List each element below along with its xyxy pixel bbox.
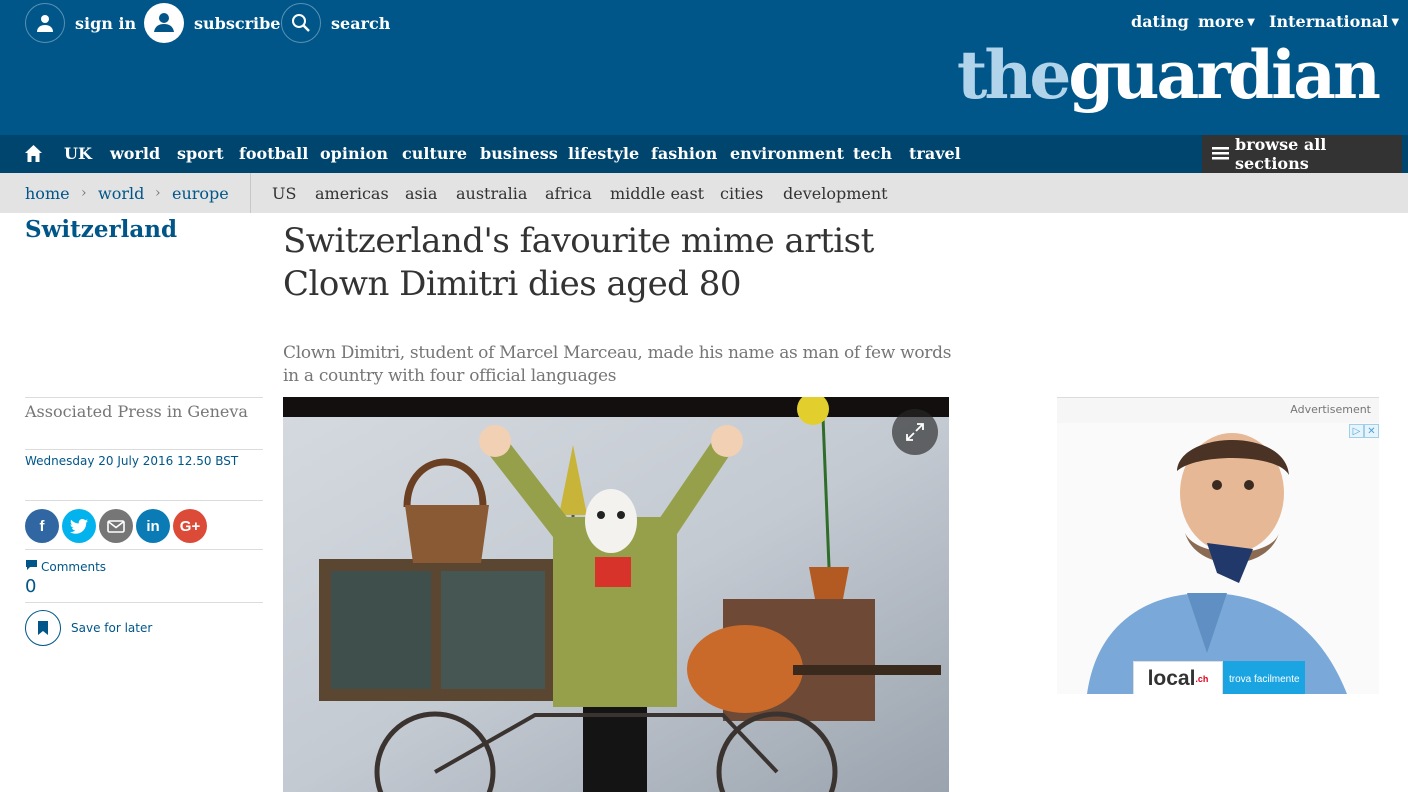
hamburger-icon (1212, 145, 1229, 164)
ad-tagline: trova facilmente (1223, 661, 1305, 694)
nav-item-sport[interactable]: sport (177, 144, 224, 163)
search-icon (281, 3, 321, 43)
advertisement-slot: Advertisement local .ch trova facilmente … (1057, 397, 1379, 694)
subscribe-link[interactable]: subscribe (144, 3, 281, 43)
nav-item-football[interactable]: football (239, 144, 308, 163)
comments-link[interactable]: Comments (25, 559, 106, 574)
twitter-icon[interactable] (62, 509, 96, 543)
save-for-later-label: Save for later (71, 621, 153, 635)
email-icon[interactable] (99, 509, 133, 543)
chevron-down-icon: ▼ (1247, 17, 1255, 28)
article-main-image[interactable] (283, 397, 949, 792)
logo-the: the (956, 36, 1071, 114)
nav-item-fashion[interactable]: fashion (651, 144, 717, 163)
nav-item-culture[interactable]: culture (402, 144, 467, 163)
edition-label: International (1269, 12, 1389, 31)
nav-item-business[interactable]: business (480, 144, 558, 163)
more-menu[interactable]: more ▼ (1198, 12, 1255, 31)
sign-in-link[interactable]: sign in (25, 3, 137, 43)
speech-bubble-icon (25, 559, 38, 574)
linkedin-icon[interactable]: in (136, 509, 170, 543)
divider (25, 602, 263, 603)
header-bar: sign in subscribe search dating more ▼ In… (0, 0, 1408, 135)
subnav-item-africa[interactable]: africa (545, 184, 592, 203)
sub-nav: home › world › europe US americas asia a… (0, 173, 1408, 213)
dating-link[interactable]: dating (1131, 12, 1189, 31)
ad-brand-name: local (1147, 667, 1196, 690)
breadcrumb-chevron-icon: › (155, 185, 161, 201)
subnav-divider (250, 173, 251, 213)
comments-count[interactable]: 0 (25, 576, 36, 597)
comments-label: Comments (41, 559, 107, 574)
subnav-item-middle-east[interactable]: middle east (610, 184, 704, 203)
article-standfirst: Clown Dimitri, student of Marcel Marceau… (283, 343, 952, 386)
logo-guardian: guardian (1068, 36, 1381, 114)
subscribe-icon (144, 3, 184, 43)
ad-brand-banner[interactable]: local .ch trova facilmente (1133, 661, 1305, 694)
adchoices-icon[interactable]: ▷ (1349, 424, 1364, 438)
primary-nav: UK world sport football opinion culture … (0, 135, 1408, 173)
nav-item-opinion[interactable]: opinion (320, 144, 388, 163)
breadcrumb-europe[interactable]: europe (172, 184, 229, 203)
dating-label: dating (1131, 12, 1189, 31)
subnav-item-cities[interactable]: cities (720, 184, 763, 203)
googleplus-icon[interactable]: G+ (173, 509, 207, 543)
subnav-item-americas[interactable]: americas (315, 184, 389, 203)
sign-in-label: sign in (75, 13, 137, 33)
share-buttons: f in G+ (25, 509, 207, 543)
nav-item-world[interactable]: world (110, 144, 160, 163)
expand-icon (906, 423, 924, 441)
breadcrumb-home[interactable]: home (25, 184, 70, 203)
advertisement-label: Advertisement (1290, 403, 1371, 416)
divider (25, 449, 263, 450)
expand-image-button[interactable] (892, 409, 938, 455)
divider (25, 549, 263, 550)
section-label[interactable]: Switzerland (25, 216, 177, 243)
bookmark-icon (25, 610, 61, 646)
ad-brand-logo: local .ch (1133, 661, 1223, 694)
subnav-item-asia[interactable]: asia (405, 184, 437, 203)
search-label: search (331, 13, 391, 33)
browse-all-label: browse all sections (1235, 135, 1327, 173)
home-icon[interactable] (24, 144, 43, 167)
subnav-item-australia[interactable]: australia (456, 184, 527, 203)
clown-photo-illustration (283, 397, 949, 792)
breadcrumb-world[interactable]: world (98, 184, 144, 203)
more-label: more (1198, 12, 1245, 31)
user-icon (25, 3, 65, 43)
divider (25, 500, 263, 501)
facebook-icon[interactable]: f (25, 509, 59, 543)
nav-item-tech[interactable]: tech (853, 144, 892, 163)
byline: Associated Press in Geneva (25, 402, 248, 421)
save-for-later-button[interactable]: Save for later (25, 610, 152, 646)
publish-date: Wednesday 20 July 2016 12.50 BST (25, 454, 239, 468)
nav-item-travel[interactable]: travel (909, 144, 961, 163)
nav-item-environment[interactable]: environment (730, 144, 844, 163)
ad-close-icon[interactable]: ✕ (1364, 424, 1379, 438)
guardian-logo[interactable]: theguardian (957, 42, 1381, 108)
subnav-item-development[interactable]: development (783, 184, 888, 203)
breadcrumb-chevron-icon: › (81, 185, 87, 201)
advertisement-image[interactable]: local .ch trova facilmente (1057, 423, 1379, 694)
ad-choices: ▷ ✕ (1349, 424, 1379, 438)
nav-item-uk[interactable]: UK (64, 144, 92, 163)
chevron-down-icon: ▼ (1391, 17, 1400, 28)
ad-man-illustration (1057, 423, 1379, 694)
browse-all-sections-button[interactable]: browse all sections (1202, 135, 1402, 173)
edition-menu[interactable]: International ▼ (1269, 12, 1399, 31)
search-link[interactable]: search (281, 3, 391, 43)
nav-item-lifestyle[interactable]: lifestyle (568, 144, 639, 163)
ad-brand-suffix: .ch (1195, 674, 1209, 684)
divider (25, 397, 263, 398)
article-headline: Switzerland's favourite mime artist Clow… (283, 221, 874, 304)
subnav-item-us[interactable]: US (272, 184, 296, 203)
subscribe-label: subscribe (194, 13, 281, 33)
